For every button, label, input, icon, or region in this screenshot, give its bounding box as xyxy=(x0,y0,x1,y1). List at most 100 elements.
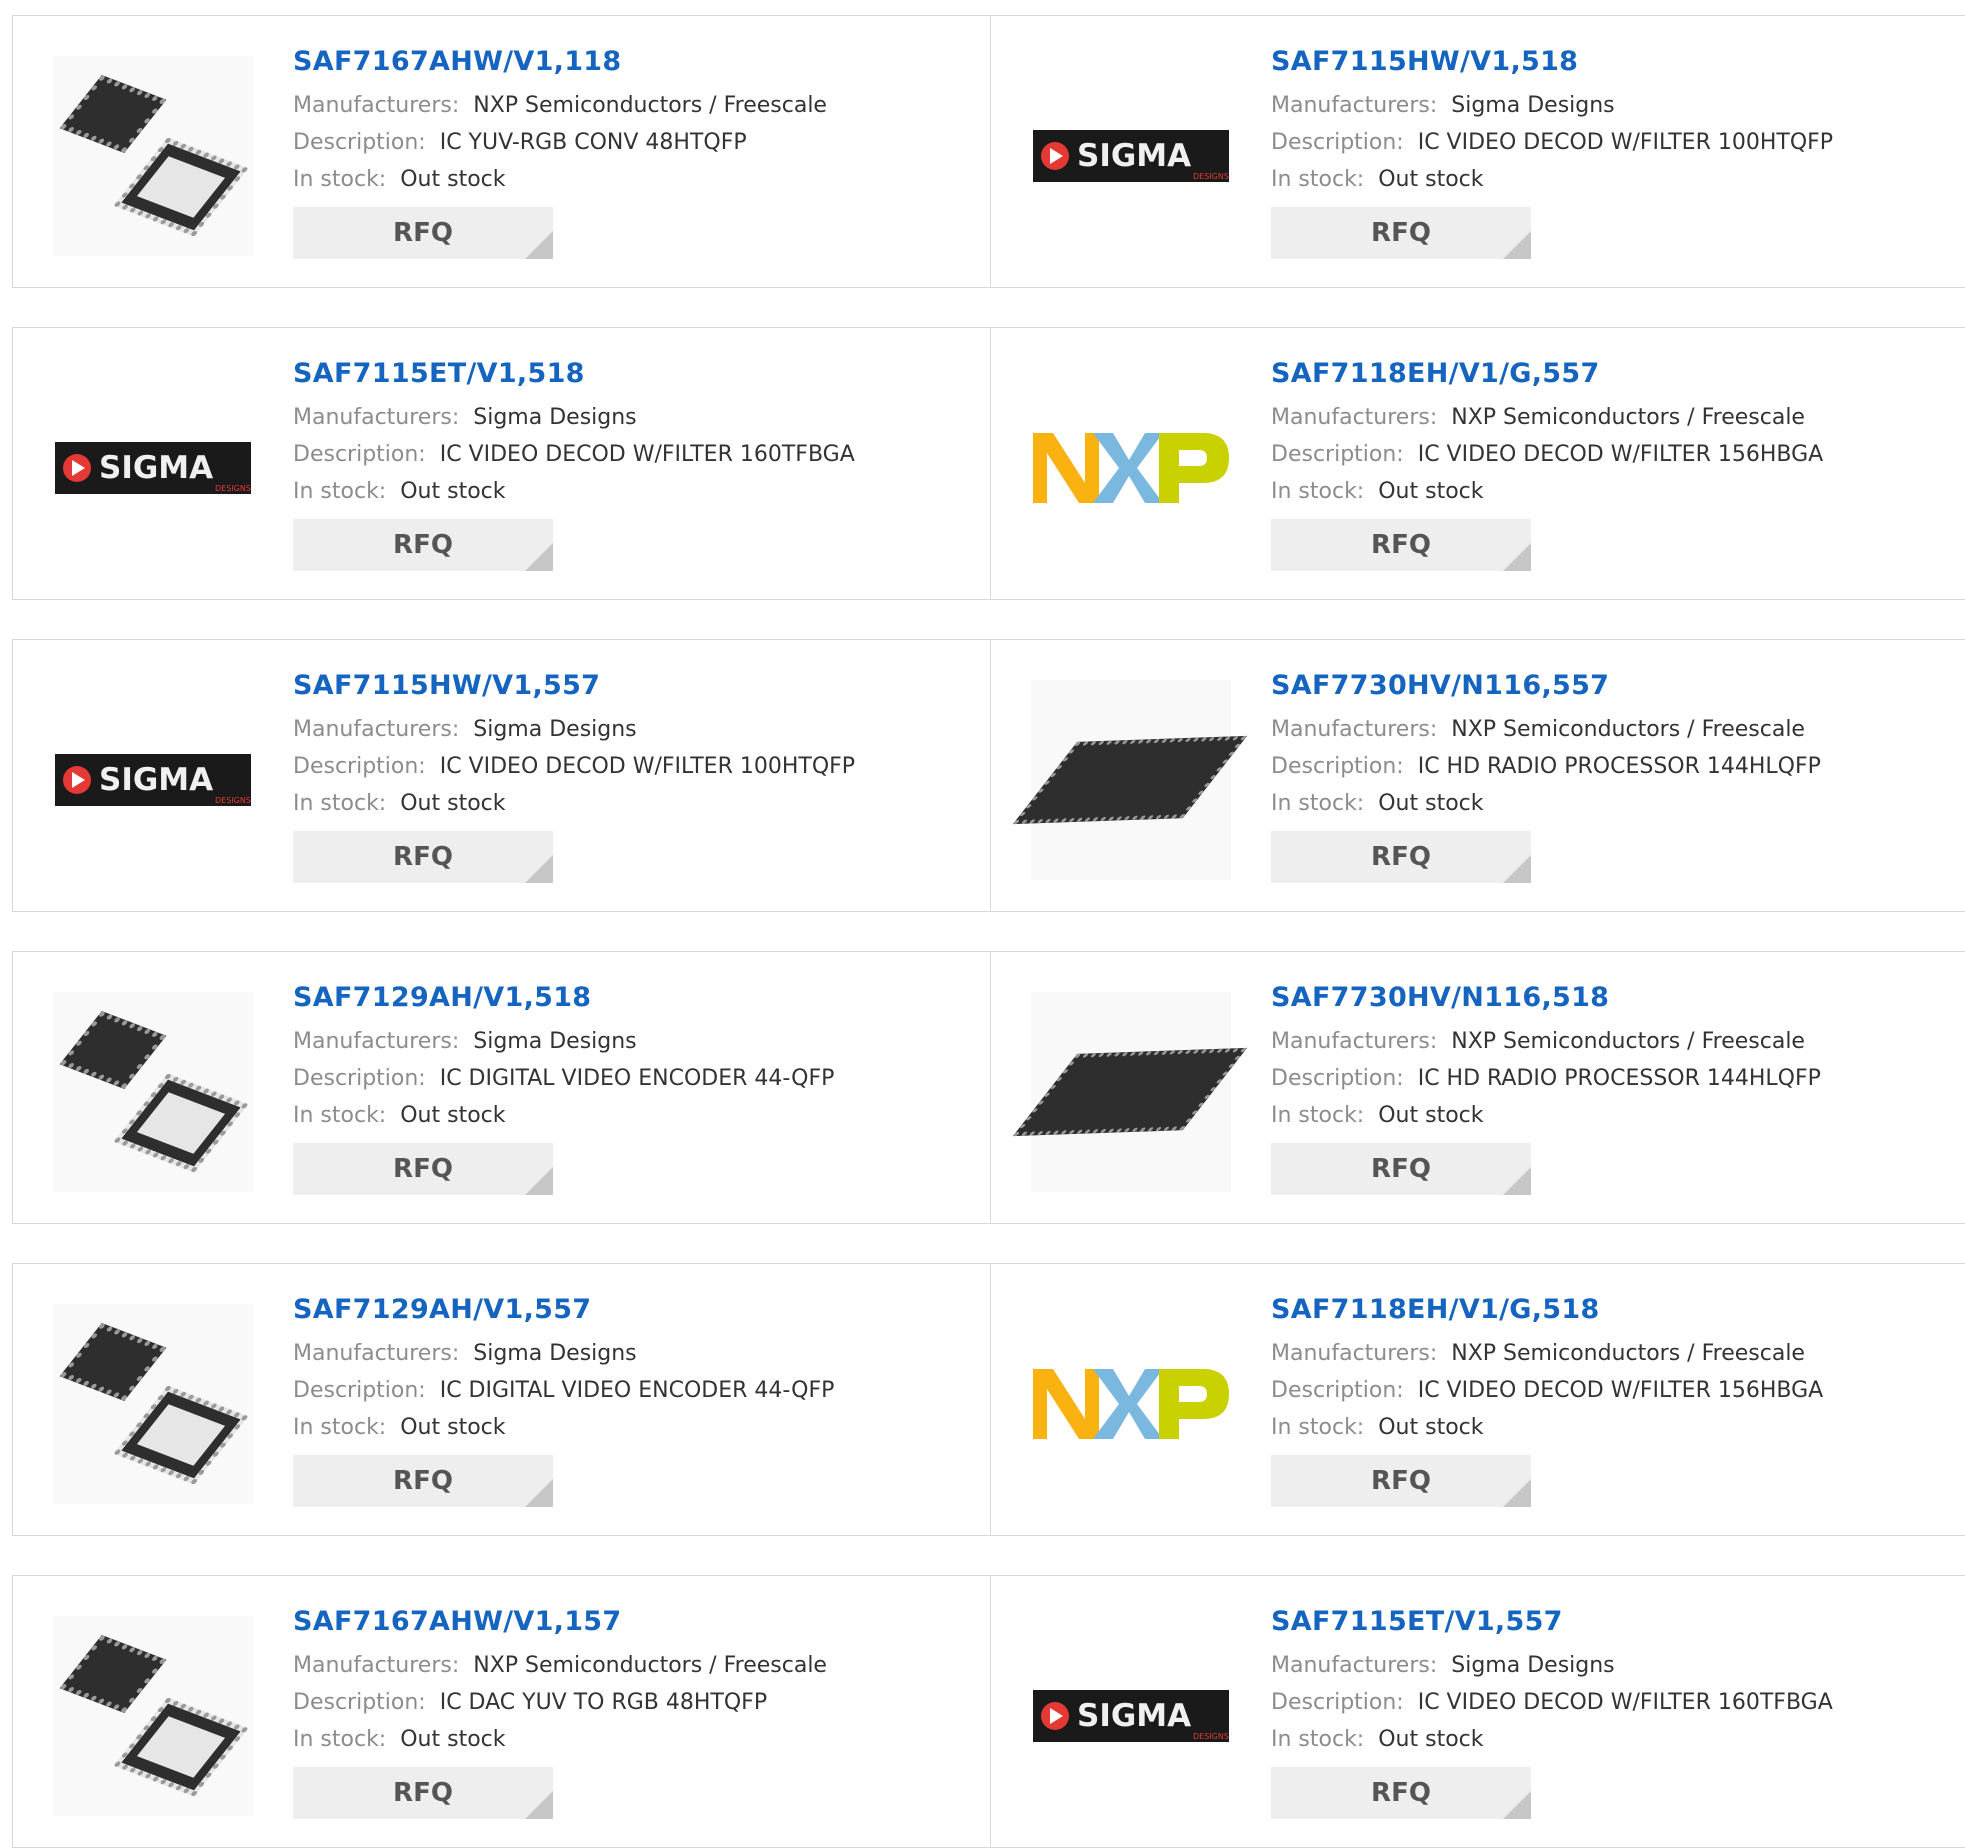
description-label: Description: xyxy=(293,130,426,155)
chip-body xyxy=(59,1323,167,1401)
product-row: SAF7129AH/V1,518 Manufacturers: Sigma De… xyxy=(12,951,1965,1224)
manufacturer-label: Manufacturers: xyxy=(1271,1341,1438,1366)
part-number-link[interactable]: SAF7118EH/V1/G,557 xyxy=(1271,358,1823,389)
svg-text:DESIGNS: DESIGNS xyxy=(1193,1732,1229,1741)
manufacturer-line: Manufacturers: Sigma Designs xyxy=(293,399,855,436)
product-thumbnail[interactable]: SIGMA DESIGNS xyxy=(53,368,253,568)
description-value: IC VIDEO DECOD W/FILTER 160TFBGA xyxy=(439,442,855,467)
qfp-chip-pair-image xyxy=(53,1616,253,1816)
chip-body-back xyxy=(113,1697,249,1797)
qfp-chip-pair-image xyxy=(53,992,253,1192)
chip-body-back xyxy=(113,1385,249,1485)
manufacturer-line: Manufacturers: NXP Semiconductors / Free… xyxy=(1271,1335,1823,1372)
product-card: SIGMA DESIGNS SAF7115HW/V1,557 Manufactu… xyxy=(13,640,991,911)
product-thumbnail[interactable] xyxy=(53,992,253,1192)
part-number-link[interactable]: SAF7115ET/V1,518 xyxy=(293,358,855,389)
sigma-designs-logo: SIGMA DESIGNS xyxy=(1033,130,1229,182)
stock-line: In stock: Out stock xyxy=(1271,785,1821,822)
description-line: Description: IC DIGITAL VIDEO ENCODER 44… xyxy=(293,1060,834,1097)
manufacturer-line: Manufacturers: Sigma Designs xyxy=(293,711,855,748)
stock-line: In stock: Out stock xyxy=(293,161,827,198)
product-thumbnail[interactable] xyxy=(1031,368,1231,568)
product-thumbnail[interactable] xyxy=(1012,680,1248,880)
description-value: IC VIDEO DECOD W/FILTER 160TFBGA xyxy=(1417,1690,1833,1715)
product-thumbnail[interactable] xyxy=(1031,1304,1231,1504)
part-number-link[interactable]: SAF7730HV/N116,557 xyxy=(1271,670,1821,701)
manufacturer-value: Sigma Designs xyxy=(1451,1653,1615,1678)
description-value: IC VIDEO DECOD W/FILTER 100HTQFP xyxy=(439,754,856,779)
description-label: Description: xyxy=(1271,1066,1404,1091)
description-line: Description: IC VIDEO DECOD W/FILTER 160… xyxy=(293,436,855,473)
stock-line: In stock: Out stock xyxy=(1271,161,1833,198)
rfq-button[interactable]: RFQ xyxy=(1271,1455,1531,1507)
stock-value: Out stock xyxy=(400,1415,506,1440)
manufacturer-line: Manufacturers: Sigma Designs xyxy=(1271,87,1833,124)
description-label: Description: xyxy=(293,754,426,779)
part-number-link[interactable]: SAF7730HV/N116,518 xyxy=(1271,982,1821,1013)
part-number-link[interactable]: SAF7129AH/V1,518 xyxy=(293,982,834,1013)
part-number-link[interactable]: SAF7118EH/V1/G,518 xyxy=(1271,1294,1823,1325)
rfq-button[interactable]: RFQ xyxy=(293,207,553,259)
description-line: Description: IC VIDEO DECOD W/FILTER 100… xyxy=(293,748,855,785)
rfq-button[interactable]: RFQ xyxy=(1271,519,1531,571)
product-card: SAF7730HV/N116,557 Manufacturers: NXP Se… xyxy=(991,640,1965,911)
product-card: SIGMA DESIGNS SAF7115ET/V1,518 Manufactu… xyxy=(13,328,991,599)
stock-value: Out stock xyxy=(1378,479,1484,504)
stock-line: In stock: Out stock xyxy=(1271,1721,1833,1758)
description-value: IC YUV-RGB CONV 48HTQFP xyxy=(439,130,747,155)
description-label: Description: xyxy=(1271,1690,1404,1715)
stock-value: Out stock xyxy=(1378,167,1484,192)
product-row: SAF7167AHW/V1,118 Manufacturers: NXP Sem… xyxy=(12,15,1965,288)
manufacturer-line: Manufacturers: Sigma Designs xyxy=(1271,1647,1833,1684)
part-number-link[interactable]: SAF7115HW/V1,518 xyxy=(1271,46,1833,77)
manufacturer-value: NXP Semiconductors / Freescale xyxy=(1451,1341,1805,1366)
stock-label: In stock: xyxy=(293,479,387,504)
nxp-logo xyxy=(1033,1369,1229,1439)
rfq-button[interactable]: RFQ xyxy=(1271,1767,1531,1819)
part-number-link[interactable]: SAF7115ET/V1,557 xyxy=(1271,1606,1833,1637)
part-number-link[interactable]: SAF7167AHW/V1,118 xyxy=(293,46,827,77)
lqfp-chip-image xyxy=(1012,680,1248,880)
product-info: SAF7129AH/V1,518 Manufacturers: Sigma De… xyxy=(293,982,834,1195)
rfq-button[interactable]: RFQ xyxy=(1271,831,1531,883)
product-thumbnail[interactable] xyxy=(1012,992,1248,1192)
rfq-button[interactable]: RFQ xyxy=(293,1455,553,1507)
manufacturer-value: Sigma Designs xyxy=(473,717,637,742)
part-number-link[interactable]: SAF7115HW/V1,557 xyxy=(293,670,855,701)
description-value: IC DIGITAL VIDEO ENCODER 44-QFP xyxy=(439,1066,835,1091)
rfq-button[interactable]: RFQ xyxy=(1271,1143,1531,1195)
manufacturer-value: NXP Semiconductors / Freescale xyxy=(1451,717,1805,742)
product-info: SAF7730HV/N116,518 Manufacturers: NXP Se… xyxy=(1271,982,1821,1195)
description-label: Description: xyxy=(1271,1378,1404,1403)
manufacturer-label: Manufacturers: xyxy=(1271,1029,1438,1054)
description-line: Description: IC VIDEO DECOD W/FILTER 156… xyxy=(1271,436,1823,473)
stock-label: In stock: xyxy=(1271,1103,1365,1128)
stock-label: In stock: xyxy=(293,167,387,192)
rfq-button[interactable]: RFQ xyxy=(1271,207,1531,259)
description-line: Description: IC HD RADIO PROCESSOR 144HL… xyxy=(1271,748,1821,785)
rfq-button[interactable]: RFQ xyxy=(293,519,553,571)
product-thumbnail[interactable]: SIGMA DESIGNS xyxy=(53,680,253,880)
rfq-button[interactable]: RFQ xyxy=(293,1143,553,1195)
rfq-button[interactable]: RFQ xyxy=(293,831,553,883)
stock-label: In stock: xyxy=(1271,479,1365,504)
product-info: SAF7118EH/V1/G,557 Manufacturers: NXP Se… xyxy=(1271,358,1823,571)
product-thumbnail[interactable] xyxy=(53,1616,253,1816)
stock-label: In stock: xyxy=(293,1727,387,1752)
stock-label: In stock: xyxy=(1271,1415,1365,1440)
stock-label: In stock: xyxy=(293,791,387,816)
product-thumbnail[interactable] xyxy=(53,56,253,256)
product-card: SAF7167AHW/V1,157 Manufacturers: NXP Sem… xyxy=(13,1576,991,1847)
stock-line: In stock: Out stock xyxy=(1271,473,1823,510)
product-thumbnail[interactable]: SIGMA DESIGNS xyxy=(1031,1616,1231,1816)
rfq-button[interactable]: RFQ xyxy=(293,1767,553,1819)
nxp-logo xyxy=(1033,433,1229,503)
part-number-link[interactable]: SAF7129AH/V1,557 xyxy=(293,1294,834,1325)
product-info: SAF7129AH/V1,557 Manufacturers: Sigma De… xyxy=(293,1294,834,1507)
product-row: SIGMA DESIGNS SAF7115HW/V1,557 Manufactu… xyxy=(12,639,1965,912)
product-thumbnail[interactable] xyxy=(53,1304,253,1504)
svg-text:SIGMA: SIGMA xyxy=(99,762,213,798)
stock-value: Out stock xyxy=(400,167,506,192)
product-thumbnail[interactable]: SIGMA DESIGNS xyxy=(1031,56,1231,256)
part-number-link[interactable]: SAF7167AHW/V1,157 xyxy=(293,1606,827,1637)
